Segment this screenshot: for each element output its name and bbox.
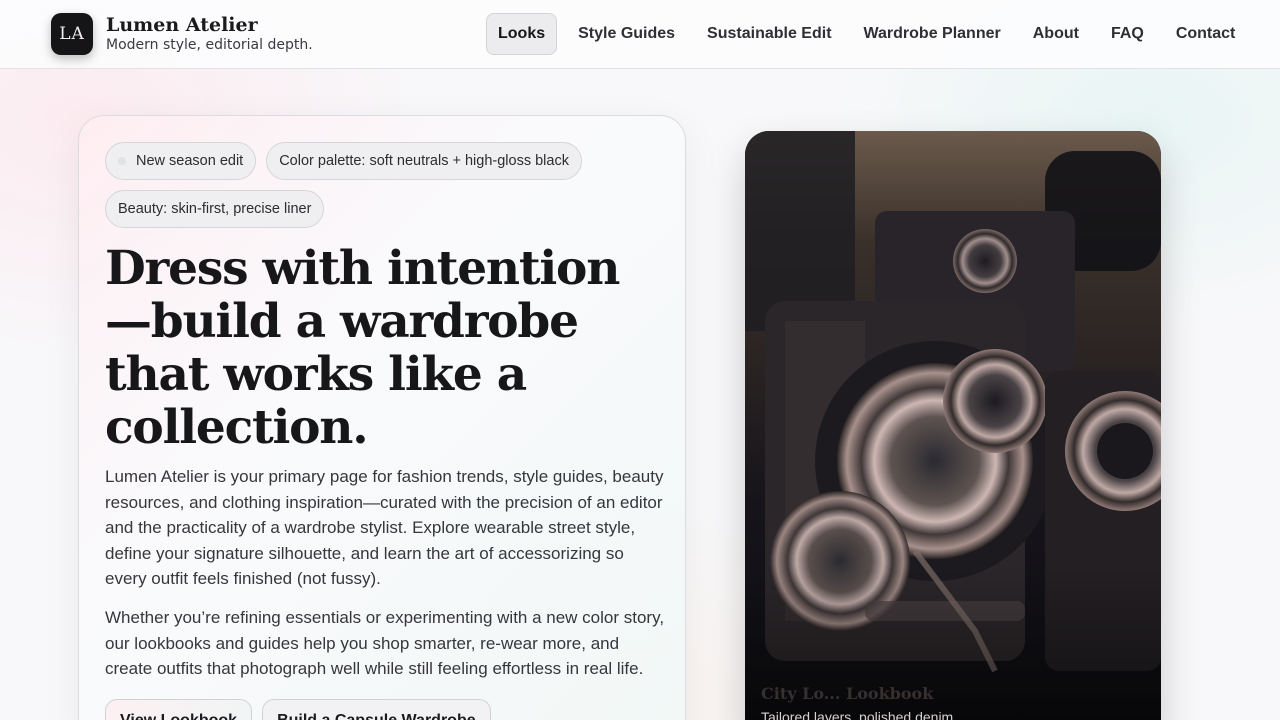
view-lookbook-button[interactable]: View Lookbook <box>105 698 253 720</box>
chip-color-palette[interactable]: Color palette: soft neutrals + high-glos… <box>266 142 582 180</box>
brand-tagline: Modern style, editorial depth. <box>106 37 313 53</box>
brand-text: Lumen Atelier Modern style, editorial de… <box>106 14 313 54</box>
brand-name: Lumen Atelier <box>106 14 258 36</box>
top-navigation-bar: LA Lumen Atelier Modern style, editorial… <box>0 0 1280 69</box>
photo-caption-subtitle: Tailored layers, polished denim <box>761 709 954 720</box>
nav-item-sustainable-edit[interactable]: Sustainable Edit <box>696 13 842 55</box>
cta-group: View Lookbook Build a Capsule Wardrobe <box>105 698 659 720</box>
brand[interactable]: LA Lumen Atelier Modern style, editorial… <box>51 13 313 55</box>
chip-label: Color palette: soft neutrals + high-glos… <box>279 153 569 169</box>
nav-item-looks[interactable]: Looks <box>486 13 558 55</box>
nav-item-wardrobe-planner[interactable]: Wardrobe Planner <box>853 13 1012 55</box>
status-dot-icon <box>118 157 126 165</box>
nav-item-faq[interactable]: FAQ <box>1100 13 1155 55</box>
main-nav: Looks Style Guides Sustainable Edit Ward… <box>486 13 1256 55</box>
vintage-cameras-photo <box>745 131 1161 720</box>
tag-chips: New season edit Color palette: soft neut… <box>105 142 665 238</box>
hero-headline: Dress with intention—build a wardrobe th… <box>105 241 620 455</box>
photo-caption-title: City Lo... Lookbook <box>761 684 934 703</box>
hero-paragraph-2: Whether you’re refining essentials or ex… <box>105 607 665 679</box>
hero-card: New season edit Color palette: soft neut… <box>78 115 686 720</box>
nav-item-contact[interactable]: Contact <box>1165 13 1247 55</box>
chip-label: New season edit <box>136 153 244 169</box>
hero-paragraph-1: Lumen Atelier is your primary page for f… <box>105 467 664 589</box>
build-capsule-button[interactable]: Build a Capsule Wardrobe <box>262 698 491 720</box>
chip-new-season[interactable]: New season edit <box>105 142 257 180</box>
logo-mark: LA <box>51 13 93 55</box>
chip-beauty[interactable]: Beauty: skin-first, precise liner <box>105 190 325 228</box>
feature-photo-card[interactable]: City Lo... Lookbook Tailored layers, pol… <box>745 131 1161 720</box>
nav-item-about[interactable]: About <box>1022 13 1090 55</box>
nav-item-style-guides[interactable]: Style Guides <box>567 13 686 55</box>
chip-label: Beauty: skin-first, precise liner <box>118 201 312 217</box>
